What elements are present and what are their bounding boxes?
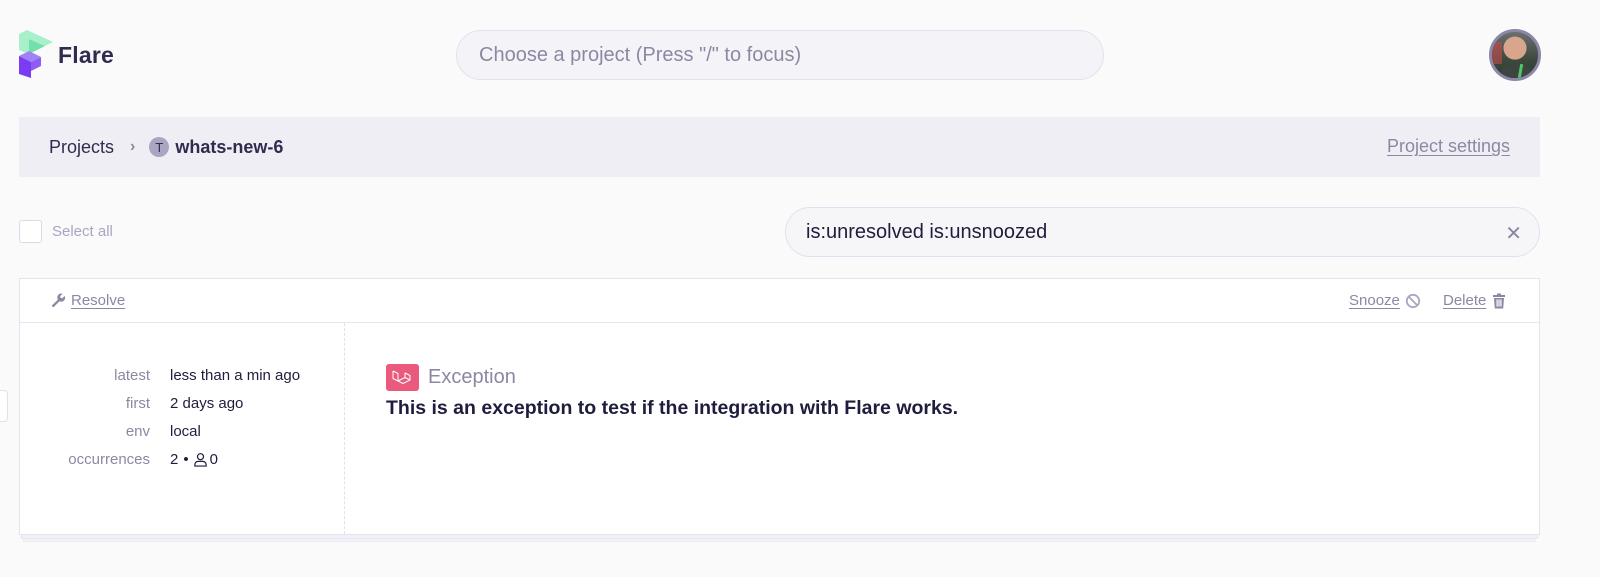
- resolve-label: Resolve: [71, 292, 126, 309]
- user-icon: [193, 453, 207, 467]
- bulk-actions-toolbar: Resolve Snooze Delete: [20, 279, 1539, 323]
- trash-icon: [1493, 293, 1506, 308]
- select-all[interactable]: Select all: [19, 220, 113, 243]
- meta-value-first: 2 days ago: [170, 395, 244, 412]
- top-bar: Flare: [0, 0, 1600, 110]
- breadcrumb-projects-link[interactable]: Projects: [49, 137, 114, 158]
- laravel-icon: [386, 364, 419, 391]
- meta-key-latest: latest: [114, 367, 150, 384]
- project-search-input[interactable]: [456, 30, 1104, 80]
- edge-handle: [0, 390, 8, 422]
- error-detail[interactable]: Exception This is an exception to test i…: [386, 364, 958, 420]
- error-list-card: Resolve Snooze Delete latest less than a…: [19, 278, 1540, 535]
- delete-button[interactable]: Delete: [1443, 292, 1507, 309]
- exception-message[interactable]: This is an exception to test if the inte…: [386, 397, 958, 420]
- snooze-button[interactable]: Snooze: [1349, 292, 1421, 309]
- flare-logo-icon: [19, 30, 53, 78]
- meta-value-latest: less than a min ago: [170, 367, 301, 384]
- project-badge: T: [149, 137, 170, 157]
- meta-key-first: first: [125, 395, 150, 412]
- error-row[interactable]: latest less than a min ago first 2 days …: [20, 323, 1539, 534]
- exception-type: Exception: [428, 366, 516, 388]
- breadcrumb-current-project[interactable]: whats-new-6: [175, 137, 283, 158]
- flare-logo[interactable]: Flare: [19, 30, 114, 80]
- resolve-button[interactable]: Resolve: [51, 292, 125, 309]
- delete-label: Delete: [1443, 292, 1487, 309]
- ban-icon: [1405, 293, 1420, 308]
- clear-filter-icon[interactable]: ✕: [1505, 221, 1522, 246]
- meta-value-occurrences: 2 • 0: [170, 448, 315, 471]
- select-all-checkbox[interactable]: [19, 220, 42, 243]
- user-avatar[interactable]: [1489, 29, 1541, 81]
- filter-search: ✕: [785, 207, 1540, 257]
- app-name: Flare: [58, 41, 114, 68]
- bullet-separator: •: [183, 451, 189, 468]
- meta-value-env: local: [170, 423, 201, 440]
- meta-key-occurrences: occurrences: [68, 451, 150, 468]
- breadcrumb: Projects › T whats-new-6 Project setting…: [19, 117, 1540, 177]
- affected-users-count: 0: [209, 451, 218, 468]
- chevron-right-icon: ›: [130, 138, 136, 155]
- snooze-label: Snooze: [1349, 292, 1400, 309]
- select-all-label: Select all: [52, 223, 113, 240]
- filter-query-input[interactable]: [786, 208, 1539, 256]
- wrench-icon: [52, 293, 66, 308]
- project-settings-link[interactable]: Project settings: [1387, 136, 1510, 157]
- error-meta: latest less than a min ago first 2 days …: [20, 323, 345, 534]
- occurrence-count: 2: [170, 451, 179, 468]
- meta-key-env: env: [125, 423, 150, 440]
